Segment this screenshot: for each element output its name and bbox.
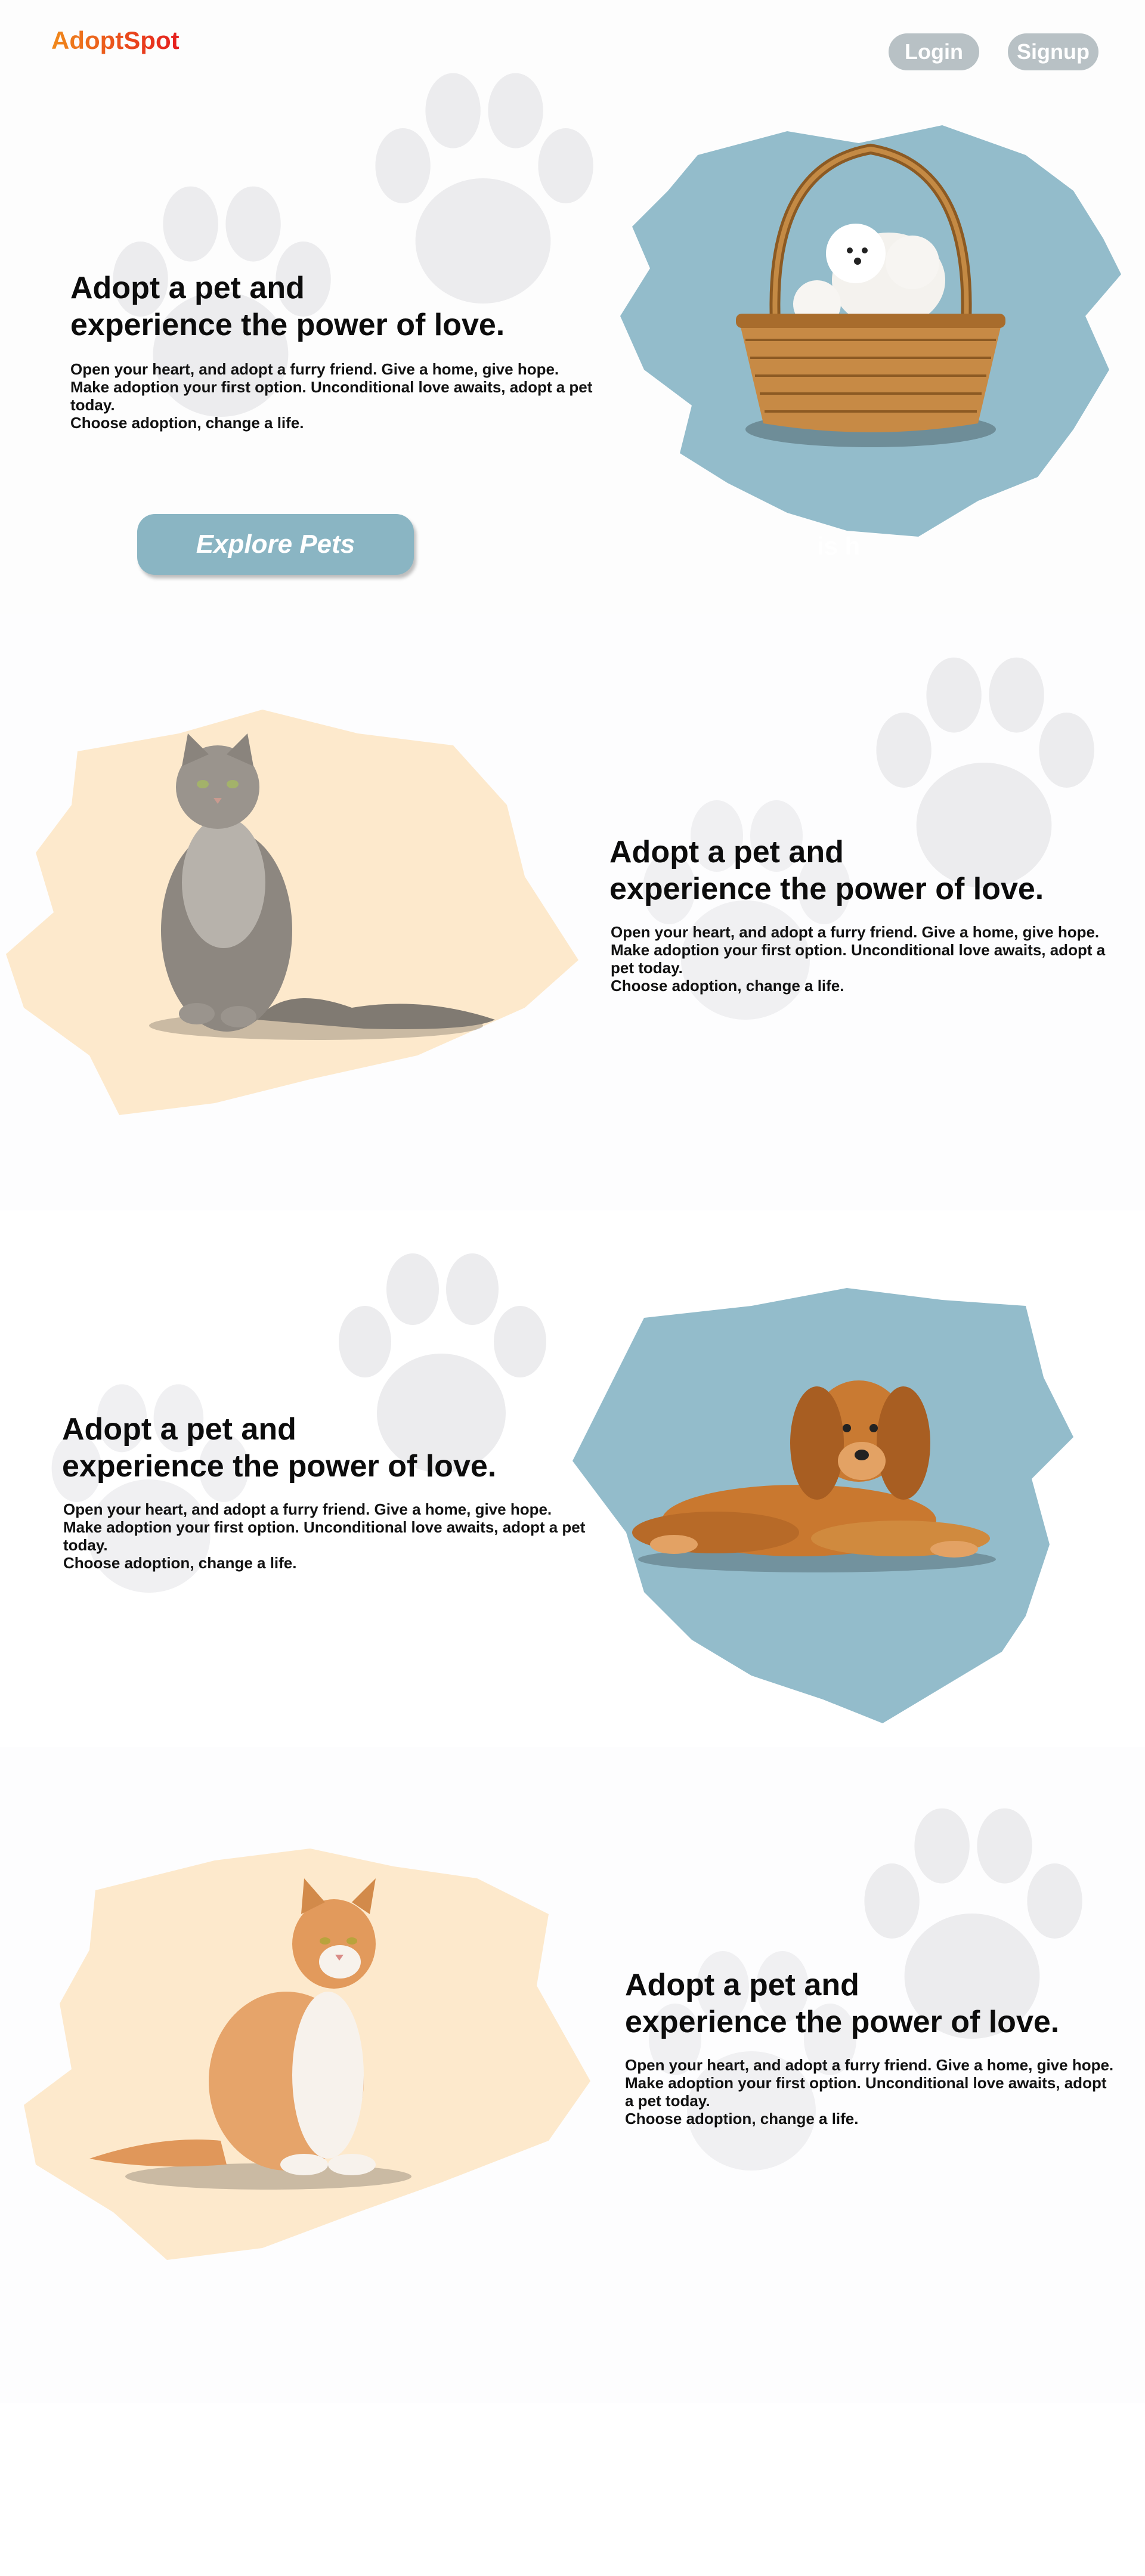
- section3-paragraph: Open your heart, and adopt a furry frien…: [63, 1500, 588, 1572]
- section2-para-line1: Open your heart, and adopt a furry frien…: [611, 923, 1100, 941]
- section2-heading-line2: experience the power of love.: [609, 872, 1044, 906]
- section3-para-line4: Choose adoption, change a life.: [63, 1554, 297, 1572]
- section-golden-puppy: Adopt a pet and experience the power of …: [0, 1210, 1145, 1747]
- puppies-in-basket-image: [736, 143, 1005, 447]
- section4-para-line3: a pet today.: [625, 2092, 710, 2110]
- signup-button[interactable]: Signup: [1008, 33, 1098, 70]
- hero-para-line4: Choose adoption, change a life.: [70, 414, 304, 432]
- logo[interactable]: AdoptSpot: [51, 26, 180, 55]
- orange-cat-image: [89, 1878, 411, 2190]
- hero-paragraph: Open your heart, and adopt a furry frien…: [70, 360, 595, 432]
- section4-para-line1: Open your heart, and adopt a furry frien…: [625, 2056, 1114, 2074]
- golden-puppy-image: [632, 1380, 996, 1572]
- hero-para-line2: Make adoption your first option. Uncondi…: [70, 378, 593, 396]
- section4-heading-line1: Adopt a pet and: [625, 1968, 859, 2002]
- section2-para-line2: Make adoption your first option. Uncondi…: [611, 941, 1106, 959]
- paw-print-icon: [51, 1384, 249, 1593]
- section4-heading: Adopt a pet and experience the power of …: [625, 1967, 1059, 2041]
- section2-paragraph: Open your heart, and adopt a furry frien…: [611, 923, 1135, 995]
- login-button[interactable]: Login: [889, 33, 979, 70]
- section4-heading-line2: experience the power of love.: [625, 2005, 1060, 2039]
- section4-para-line4: Choose adoption, change a life.: [625, 2110, 859, 2128]
- section3-para-line3: today.: [63, 1536, 108, 1554]
- hero-para-line1: Open your heart, and adopt a furry frien…: [70, 360, 559, 378]
- section4-para-line2: Make adoption your first option. Uncondi…: [625, 2074, 1107, 2092]
- section2-heading: Adopt a pet and experience the power of …: [609, 834, 1044, 908]
- section2-para-line4: Choose adoption, change a life.: [611, 977, 844, 995]
- section3-heading: Adopt a pet and experience the power of …: [62, 1411, 496, 1485]
- hero-heading: Adopt a pet and experience the power of …: [70, 270, 505, 343]
- section-orange-cat: Adopt a pet and experience the power of …: [0, 1747, 1145, 2403]
- grey-cat-image: [149, 733, 495, 1040]
- section2-para-line3: pet today.: [611, 959, 683, 977]
- hero-section: AdoptSpot Login Signup Adopt a pet and e…: [0, 0, 1145, 614]
- section3-heading-line2: experience the power of love.: [62, 1449, 497, 1484]
- section3-heading-line1: Adopt a pet and: [62, 1412, 296, 1447]
- hero-para-line3: today.: [70, 396, 115, 414]
- hero-heading-line2: experience the power of love.: [70, 308, 505, 342]
- section3-para-line1: Open your heart, and adopt a furry frien…: [63, 1500, 552, 1518]
- section3-para-line2: Make adoption your first option. Uncondi…: [63, 1518, 586, 1536]
- faded-caption: is h: [817, 532, 861, 560]
- hero-heading-line1: Adopt a pet and: [70, 271, 305, 305]
- section-grey-cat: Adopt a pet and experience the power of …: [0, 614, 1145, 1210]
- explore-pets-button[interactable]: Explore Pets: [137, 514, 414, 575]
- paw-print-icon: [643, 800, 850, 1020]
- section4-paragraph: Open your heart, and adopt a furry frien…: [625, 2056, 1138, 2128]
- section2-heading-line1: Adopt a pet and: [609, 835, 844, 869]
